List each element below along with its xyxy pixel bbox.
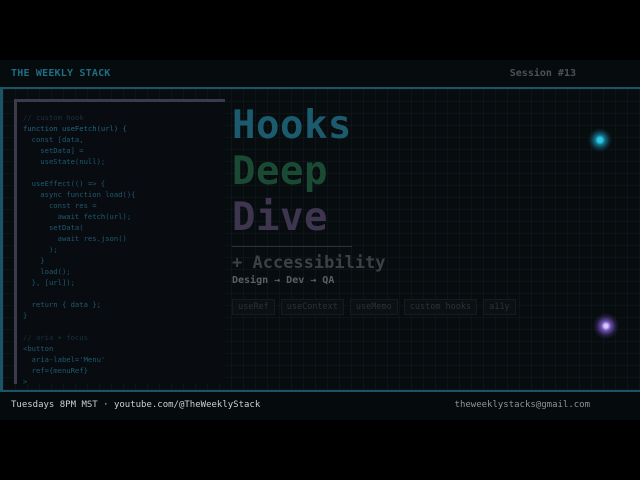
code-line: const res = [23,201,97,210]
video-frame: THE WEEKLY STACK Session #13 // custom h… [0,60,640,420]
tag-chip: useMemo [349,299,398,315]
schedule-text: Tuesdays 8PM MST · youtube.com/@TheWeekl… [11,400,261,410]
cyan-glow-orb-icon [588,128,612,152]
code-line: useEffect(() => { [23,179,106,188]
code-line: } [23,311,28,320]
top-bar: THE WEEKLY STACK Session #13 [0,60,640,89]
code-line: const [data, [23,135,84,144]
purple-glow-orb-icon [593,313,619,339]
session-label: Session #13 [509,68,576,79]
code-block: // custom hook function useFetch(url) { … [17,102,225,384]
workflow-text: Design → Dev → QA [232,275,335,286]
code-line: useState(null); [23,157,106,166]
code-line: ref={menuRef} [23,366,88,375]
tag-chip: a11y [483,299,516,315]
title-line-deep: Deep [232,149,328,194]
code-line: setData] = [23,146,84,155]
title-line-hooks: Hooks [232,103,352,148]
footer-bar: Tuesdays 8PM MST · youtube.com/@TheWeekl… [0,390,640,420]
code-line: await res.json() [23,234,127,243]
code-line: await fetch(url); [23,212,132,221]
code-line: } [23,256,45,265]
tag-list: useRef useContext useMemo custom hooks a… [232,299,516,315]
slide-stage: // custom hook function useFetch(url) { … [0,89,640,390]
code-line: function useFetch(url) { [23,124,127,133]
code-line: }, [url]); [23,278,75,287]
subtitle: + Accessibility [232,253,386,273]
code-panel: // custom hook function useFetch(url) { … [14,99,225,384]
title-divider [232,246,352,247]
code-line: return { data }; [23,300,101,309]
brand-title: THE WEEKLY STACK [11,68,111,79]
contact-email: theweeklystacks@gmail.com [454,400,590,410]
tag-chip: useContext [280,299,344,315]
code-line: // aria + focus [23,333,88,342]
code-line: <button [23,344,54,353]
tag-chip: custom hooks [403,299,478,315]
code-line: load(); [23,267,71,276]
code-line: // custom hook [23,113,84,122]
code-line: ); [23,245,58,254]
tag-chip: useRef [232,299,275,315]
title-line-dive: Dive [232,195,328,240]
code-line: setData( [23,223,84,232]
code-line: async function load(){ [23,190,136,199]
code-line: aria-label='Menu' [23,355,106,364]
code-line: > [23,377,28,384]
